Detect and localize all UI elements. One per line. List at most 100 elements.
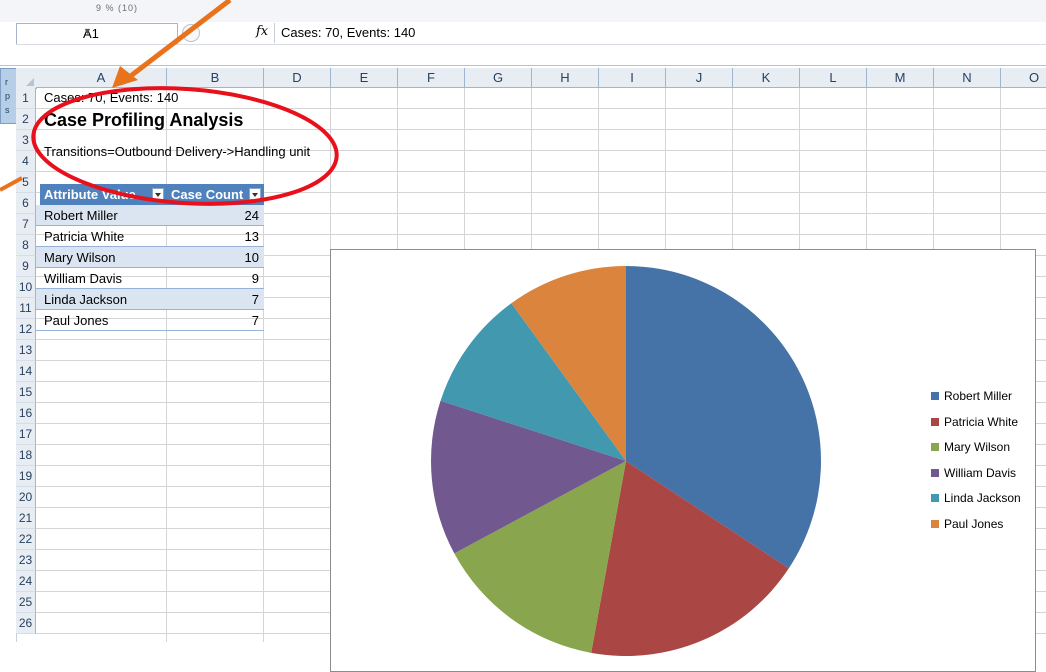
fx-icon[interactable]: fx xyxy=(256,24,268,39)
table-row[interactable]: Paul Jones 7 xyxy=(36,310,264,331)
row-name: Paul Jones xyxy=(44,313,109,328)
legend-entry[interactable]: Mary Wilson xyxy=(931,440,1010,454)
filter-dropdown-icon[interactable] xyxy=(152,188,164,200)
row-header[interactable]: 12 xyxy=(16,319,36,340)
legend-swatch xyxy=(931,494,939,502)
row-header[interactable]: 16 xyxy=(16,403,36,424)
row-name: Patricia White xyxy=(44,229,125,244)
legend-swatch xyxy=(931,392,939,400)
row-header[interactable]: 4 xyxy=(16,151,36,172)
row-header[interactable]: 10 xyxy=(16,277,36,298)
table-row[interactable]: William Davis 9 xyxy=(36,268,264,289)
column-header[interactable]: E xyxy=(331,68,398,88)
row-header[interactable]: 21 xyxy=(16,508,36,529)
row-header[interactable]: 1 xyxy=(16,88,36,109)
gridline-h xyxy=(36,108,1046,109)
header-case-count[interactable]: Case Count xyxy=(167,184,264,205)
formula-circle-icon[interactable] xyxy=(182,24,200,42)
transitions-text[interactable]: Transitions=Outbound Delivery->Handling … xyxy=(44,144,310,159)
legend-label: Linda Jackson xyxy=(944,491,1021,505)
row-header[interactable]: 11 xyxy=(16,298,36,319)
column-header[interactable]: M xyxy=(867,68,934,88)
legend-label: Mary Wilson xyxy=(944,440,1011,454)
row-header[interactable]: 23 xyxy=(16,550,36,571)
legend-entry[interactable]: Linda Jackson xyxy=(931,491,1021,505)
gridline-h xyxy=(36,171,1046,172)
row-header[interactable]: 24 xyxy=(16,571,36,592)
left-pane-edge: rps xyxy=(0,68,17,642)
column-header[interactable]: K xyxy=(733,68,800,88)
table-row[interactable]: Mary Wilson 10 xyxy=(36,247,264,268)
row-header[interactable]: 9 xyxy=(16,256,36,277)
row-header[interactable]: 17 xyxy=(16,424,36,445)
row-count: 13 xyxy=(244,229,259,244)
row-header[interactable]: 3 xyxy=(16,130,36,151)
legend-label: Robert Miller xyxy=(944,389,1013,403)
row-header[interactable]: 8 xyxy=(16,235,36,256)
row-header[interactable]: 7 xyxy=(16,214,36,235)
gridline-v xyxy=(166,88,167,642)
pie-chart[interactable]: Robert Miller Patricia White Mary Wilson Wi… xyxy=(330,249,1036,672)
table-row[interactable]: Linda Jackson 7 xyxy=(36,289,264,310)
legend-entry[interactable]: Robert Miller xyxy=(931,389,1012,403)
legend-swatch xyxy=(931,417,939,426)
spreadsheet-grid[interactable]: rps ABDEFGHIJKLMNO 1 2 3 4 5 6 7 8 9 10 11 12 13 14 15… xyxy=(0,68,1046,672)
row-header[interactable]: 18 xyxy=(16,445,36,466)
row-header[interactable]: 15 xyxy=(16,382,36,403)
chevron-down-icon[interactable]: ▼ xyxy=(83,26,173,36)
column-header[interactable]: A xyxy=(36,68,167,88)
row-header[interactable]: 25 xyxy=(16,592,36,613)
table-row[interactable]: Robert Miller 24 xyxy=(36,205,264,226)
row-header[interactable]: 26 xyxy=(16,613,36,634)
name-box[interactable]: A1 ▼ xyxy=(16,23,178,45)
column-header[interactable]: B xyxy=(167,68,264,88)
sheet-title[interactable]: Case Profiling Analysis xyxy=(44,110,243,131)
filter-dropdown-icon[interactable] xyxy=(249,188,261,200)
row-header[interactable]: 5 xyxy=(16,172,36,193)
ribbon-faint-text: 9 % (10) xyxy=(96,3,139,13)
row-header[interactable]: 13 xyxy=(16,340,36,361)
row-count: 7 xyxy=(251,313,259,328)
row-header[interactable]: 22 xyxy=(16,529,36,550)
legend-entry[interactable]: Paul Jones xyxy=(931,517,1003,531)
legend-swatch xyxy=(931,519,939,528)
legend-swatch xyxy=(931,468,939,477)
row-header[interactable]: 20 xyxy=(16,487,36,508)
row-header[interactable]: 2 xyxy=(16,109,36,130)
column-header[interactable]: F xyxy=(398,68,465,88)
legend-swatch xyxy=(931,443,939,451)
column-header[interactable]: I xyxy=(599,68,666,88)
column-header[interactable]: L xyxy=(800,68,867,88)
cell-a1[interactable]: Cases: 70, Events: 140 xyxy=(44,90,178,105)
legend-label: Patricia White xyxy=(944,414,1019,429)
column-header[interactable]: G xyxy=(465,68,532,88)
row-name: Robert Miller xyxy=(44,208,118,223)
select-all-corner[interactable] xyxy=(16,68,37,89)
gridline-v xyxy=(263,88,264,642)
row-header[interactable]: 19 xyxy=(16,466,36,487)
header-count-label: Case Count xyxy=(171,187,244,202)
row-header[interactable]: 14 xyxy=(16,361,36,382)
row-name: William Davis xyxy=(44,271,122,286)
ribbon-strip: 9 % (10) xyxy=(0,0,1046,23)
column-header[interactable]: J xyxy=(666,68,733,88)
row-count: 9 xyxy=(251,271,259,286)
column-header[interactable]: N xyxy=(934,68,1001,88)
formula-bar-lower xyxy=(16,44,1046,65)
column-header[interactable]: D xyxy=(264,68,331,88)
legend-entry[interactable]: Patricia White xyxy=(931,415,1018,429)
header-attribute-value[interactable]: Attribute Value xyxy=(40,184,167,205)
legend-label: William Davis xyxy=(944,465,1016,480)
formula-input[interactable]: Cases: 70, Events: 140 xyxy=(274,23,1045,43)
column-header[interactable]: O xyxy=(1001,68,1046,88)
formula-buttons: fx xyxy=(178,23,270,43)
table-row[interactable]: Patricia White 13 xyxy=(36,226,264,247)
row-count: 7 xyxy=(251,292,259,307)
column-header[interactable]: H xyxy=(532,68,599,88)
formula-bar: A1 ▼ fx Cases: 70, Events: 140 xyxy=(0,22,1046,66)
row-header[interactable]: 6 xyxy=(16,193,36,214)
row-name: Mary Wilson xyxy=(44,250,116,265)
legend-label: Paul Jones xyxy=(944,516,1004,531)
row-count: 24 xyxy=(244,208,259,223)
legend-entry[interactable]: William Davis xyxy=(931,466,1016,480)
